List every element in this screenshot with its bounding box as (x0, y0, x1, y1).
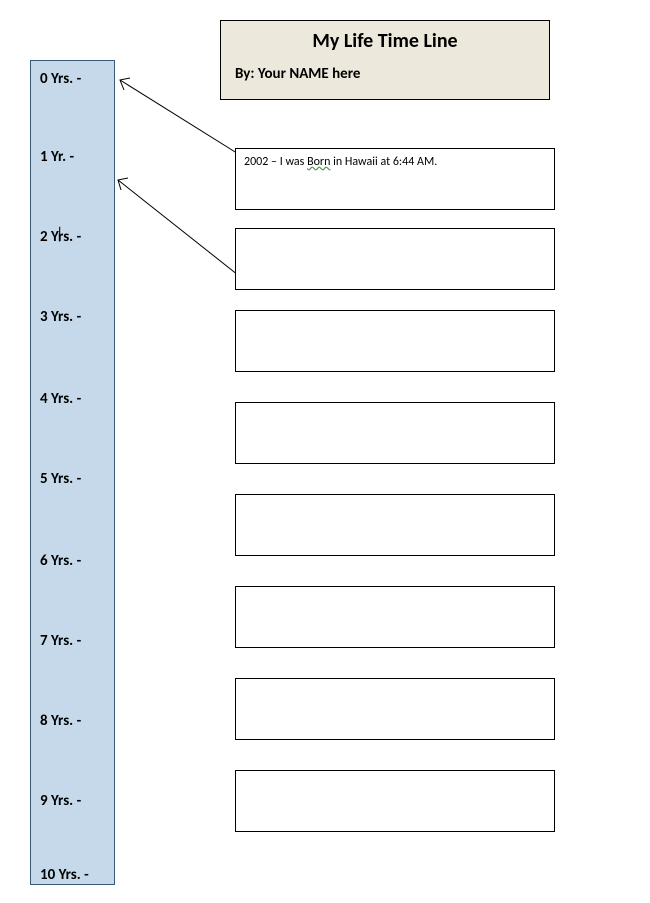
year-label-3: 3 Yrs. - (40, 308, 81, 326)
text-cursor: | (56, 225, 63, 244)
event-box-0[interactable]: 2002 – I was Born in Hawaii at 6:44 AM. (235, 148, 555, 210)
event-box-2[interactable] (235, 310, 555, 372)
year-label-7: 7 Yrs. - (40, 632, 81, 650)
event-box-3[interactable] (235, 402, 555, 464)
event-box-4[interactable] (235, 494, 555, 556)
year-label-9: 9 Yrs. - (40, 792, 81, 810)
year-label-8: 8 Yrs. - (40, 712, 81, 730)
arrow-line-2 (108, 170, 248, 280)
year-label-5: 5 Yrs. - (40, 470, 81, 488)
event-box-5[interactable] (235, 586, 555, 648)
event-box-1[interactable] (235, 228, 555, 290)
header-byline[interactable]: By: Your NAME here (235, 65, 535, 83)
year-label-1: 1 Yr. - (40, 148, 74, 166)
event-text-0: 2002 – I was Born in Hawaii at 6:44 AM. (244, 155, 437, 169)
header-box: My Life Time Line By: Your NAME here (220, 20, 550, 100)
year-label-6: 6 Yrs. - (40, 552, 81, 570)
header-title: My Life Time Line (235, 29, 535, 53)
year-label-10: 10 Yrs. - (40, 866, 89, 884)
year-label-4: 4 Yrs. - (40, 390, 81, 408)
event-box-6[interactable] (235, 678, 555, 740)
year-label-0: 0 Yrs. - (40, 70, 81, 88)
event-box-7[interactable] (235, 770, 555, 832)
